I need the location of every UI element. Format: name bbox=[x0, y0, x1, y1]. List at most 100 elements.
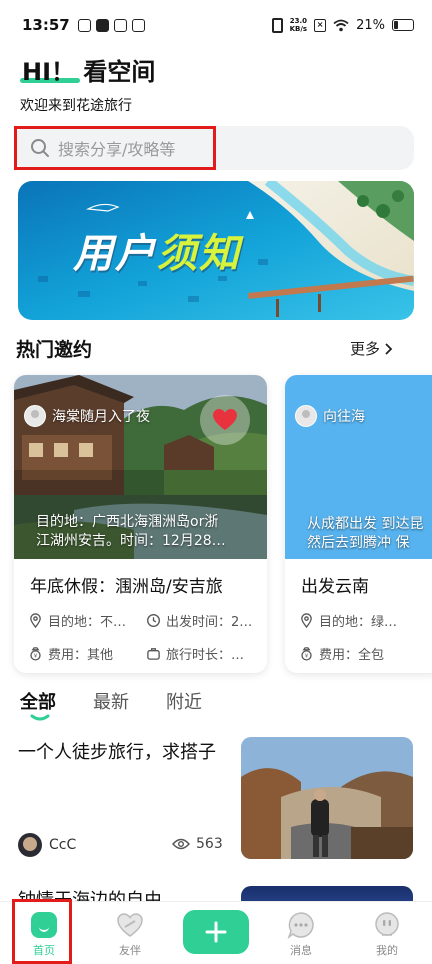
card-title: 出发云南 bbox=[301, 577, 369, 597]
overlay-line-2: 然后去到腾冲 保 bbox=[307, 535, 410, 551]
search-placeholder: 搜索分享/攻略等 bbox=[58, 140, 176, 159]
overlay-line-1: 目的地：广西北海涠洲岛or浙 bbox=[36, 514, 219, 530]
card-title: 年底休假：涠洲岛/安吉旅 bbox=[30, 577, 223, 597]
suitcase-icon bbox=[147, 648, 160, 660]
welcome-subtitle: 欢迎来到花途旅行 bbox=[20, 98, 132, 114]
search-bar[interactable]: 搜索分享/攻略等 bbox=[14, 126, 414, 170]
chat-bubble-icon bbox=[287, 912, 314, 939]
card-overlay-text: 目的地：广西北海涠洲岛or浙 江湖州安吉。时间：12月28… bbox=[36, 513, 266, 551]
duration-text: 旅行时长：… bbox=[166, 648, 245, 663]
nav-mine[interactable]: 我的 bbox=[357, 902, 417, 964]
chevron-right-icon bbox=[385, 342, 393, 355]
battery-level bbox=[394, 21, 398, 29]
location-pin-icon bbox=[30, 613, 41, 628]
card-meta-row-2: ¥ 费用：全包 bbox=[299, 644, 384, 663]
invite-card[interactable]: 向往海 从成都出发 到达昆 然后去到腾冲 保 出发云南 目的地：绿… ¥ 费用：… bbox=[285, 375, 432, 673]
no-sim-icon: × bbox=[314, 18, 327, 32]
view-count-value: 563 bbox=[196, 836, 223, 852]
feed-author[interactable]: CcC bbox=[18, 833, 76, 857]
feed-item-title[interactable]: 一个人徒步旅行，求搭子 bbox=[18, 738, 216, 764]
banner-title-main: 用户 bbox=[73, 231, 157, 277]
eye-icon bbox=[172, 838, 190, 850]
depart-time-meta: 出发时间：2… bbox=[146, 611, 252, 630]
nav-partner-label: 友伴 bbox=[119, 944, 141, 957]
home-icon bbox=[31, 912, 57, 938]
more-label: 更多 bbox=[350, 340, 381, 358]
feed-item-photo[interactable] bbox=[241, 737, 413, 859]
battery-percent: 21% bbox=[356, 17, 385, 33]
destination-text: 目的地：绿… bbox=[319, 615, 398, 630]
card-overlay-text: 从成都出发 到达昆 然后去到腾冲 保 bbox=[307, 515, 432, 553]
search-inner: 搜索分享/攻略等 bbox=[30, 126, 175, 170]
nav-messages-icon-wrap bbox=[287, 911, 315, 939]
overlay-line-1: 从成都出发 到达昆 bbox=[307, 516, 424, 532]
banner-title-accent: 须知 bbox=[157, 231, 241, 277]
nav-messages[interactable]: 消息 bbox=[271, 902, 331, 964]
card-user[interactable]: 海棠随月入了夜 bbox=[24, 405, 150, 427]
cost-text: 费用：其他 bbox=[48, 648, 114, 663]
duration-meta: 旅行时长：… bbox=[146, 644, 244, 663]
destination-meta: 目的地：不… bbox=[28, 611, 140, 630]
plus-icon bbox=[205, 921, 227, 943]
clock-icon bbox=[147, 614, 160, 627]
invite-card[interactable]: 海棠随月入了夜 目的地：广西北海涠洲岛or浙 江湖州安吉。时间：12月28… 年… bbox=[14, 375, 267, 673]
avatar bbox=[295, 405, 317, 427]
feed-tabs: 全部 最新 附近 bbox=[20, 688, 239, 714]
link-app-icon bbox=[113, 18, 127, 32]
search-icon bbox=[31, 139, 49, 157]
battery-icon bbox=[392, 19, 414, 31]
destination-meta: 目的地：绿… bbox=[299, 611, 397, 630]
svg-text:¥: ¥ bbox=[34, 654, 38, 660]
nav-mine-icon-wrap bbox=[373, 911, 401, 939]
avatar bbox=[18, 833, 42, 857]
cost-text: 费用：全包 bbox=[319, 648, 385, 663]
notice-banner[interactable]: 用户须知 bbox=[18, 181, 414, 320]
card-user[interactable]: 向往海 bbox=[295, 405, 365, 427]
heart-icon bbox=[213, 409, 237, 430]
card-meta-row-2: ¥ 费用：其他 旅行时长：… bbox=[28, 644, 244, 663]
nav-partner-icon-wrap bbox=[116, 911, 144, 939]
overlay-line-2: 江湖州安吉。时间：12月28… bbox=[36, 533, 226, 549]
home-smile bbox=[39, 927, 49, 932]
depart-time-text: 出发时间：2… bbox=[166, 615, 253, 630]
cost-meta: ¥ 费用：其他 bbox=[28, 644, 140, 663]
svg-text:¥: ¥ bbox=[305, 654, 309, 660]
nav-home-label: 首页 bbox=[33, 944, 55, 957]
nav-partner[interactable]: 友伴 bbox=[100, 902, 160, 964]
partner-heart-icon bbox=[117, 913, 143, 937]
tab-active-indicator bbox=[30, 714, 50, 721]
card-username: 向往海 bbox=[323, 409, 365, 425]
vibrate-icon bbox=[271, 17, 283, 33]
calendar-app-icon bbox=[131, 18, 145, 32]
tiktok-app-icon bbox=[95, 18, 109, 32]
create-post-button[interactable] bbox=[183, 910, 249, 954]
location-pin-icon bbox=[301, 613, 312, 628]
status-app-icons bbox=[77, 18, 145, 32]
card-username: 海棠随月入了夜 bbox=[52, 409, 150, 425]
gallery-app-icon bbox=[77, 18, 91, 32]
view-count: 563 bbox=[172, 836, 223, 852]
profile-icon bbox=[375, 912, 399, 936]
destination-text: 目的地：不… bbox=[48, 615, 127, 630]
status-time: 13:57 bbox=[22, 16, 70, 34]
tab-all[interactable]: 全部 bbox=[20, 688, 56, 714]
greeting-title: HI！ 看空间 bbox=[22, 58, 156, 86]
more-link[interactable]: 更多 bbox=[350, 338, 393, 359]
nav-home[interactable]: 首页 bbox=[14, 902, 74, 964]
nav-home-icon-wrap bbox=[30, 911, 58, 939]
status-bar: 13:57 23.0 KB/s × 21% bbox=[0, 0, 432, 50]
nav-messages-label: 消息 bbox=[290, 944, 312, 957]
nav-mine-label: 我的 bbox=[376, 944, 398, 957]
money-bag-icon: ¥ bbox=[30, 647, 41, 661]
avatar bbox=[24, 405, 46, 427]
cost-meta: ¥ 费用：全包 bbox=[299, 644, 384, 663]
author-name: CcC bbox=[49, 837, 77, 853]
like-button[interactable] bbox=[200, 395, 250, 445]
tab-latest[interactable]: 最新 bbox=[93, 688, 129, 714]
net-speed-value: 23.0 bbox=[289, 17, 307, 25]
tab-nearby[interactable]: 附近 bbox=[166, 688, 202, 714]
net-speed: 23.0 KB/s bbox=[290, 17, 307, 33]
net-speed-unit: KB/s bbox=[289, 25, 308, 33]
status-right: 23.0 KB/s × 21% bbox=[271, 17, 414, 33]
card-meta-row-1: 目的地：绿… bbox=[299, 611, 397, 630]
